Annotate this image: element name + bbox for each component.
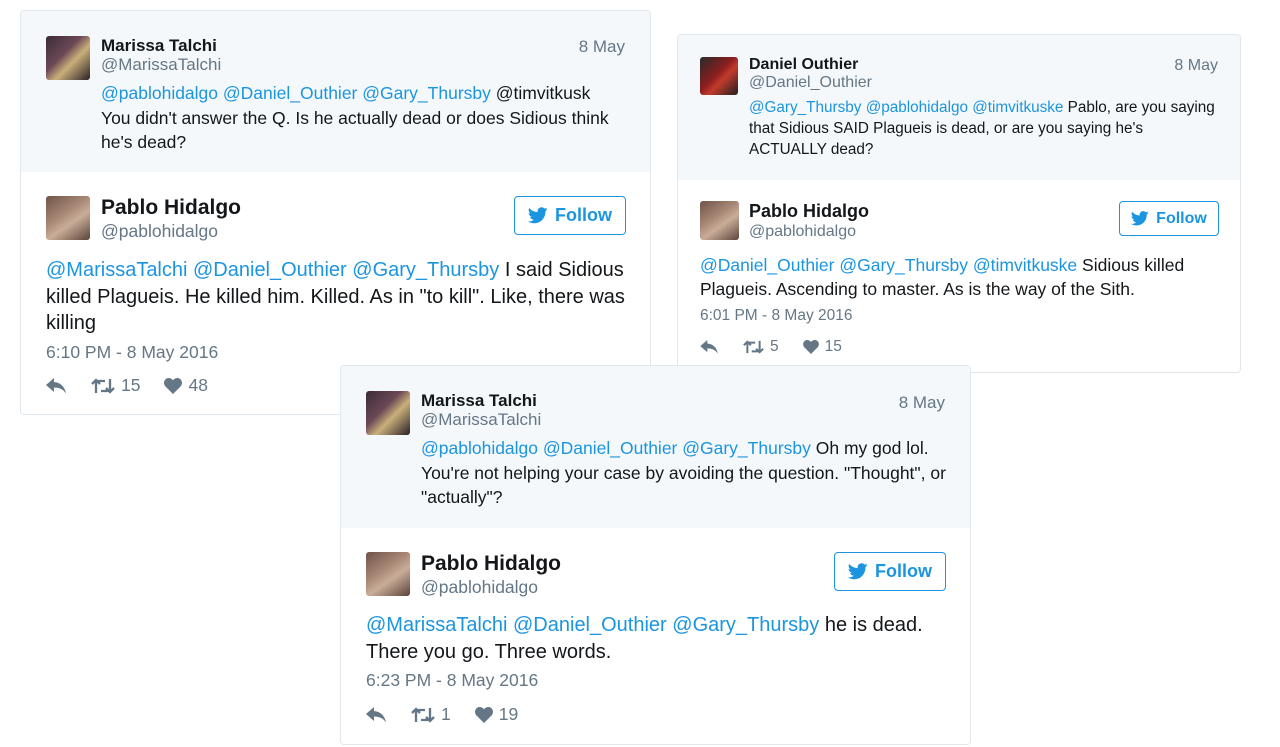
main-tweet: Pablo Hidalgo @pablohidalgo Follow @Dani…: [678, 180, 1240, 372]
author-handle[interactable]: @pablohidalgo: [101, 221, 218, 242]
avatar[interactable]: [366, 391, 410, 435]
retweet-count: 1: [441, 704, 451, 724]
reply-button[interactable]: [46, 377, 67, 394]
follow-label: Follow: [1156, 209, 1207, 227]
tweet-actions: 5 15: [700, 338, 866, 356]
tweet-actions: 1 19: [366, 704, 542, 725]
tweet-card-3: Marissa Talchi @MarissaTalchi 8 May @pab…: [340, 365, 971, 745]
follow-label: Follow: [875, 561, 932, 581]
tweet-text: @Gary_Thursby @pablohidalgo @timvitkuske…: [749, 98, 1219, 160]
tweet-card-2: Daniel Outhier @Daniel_Outhier 8 May @Ga…: [677, 34, 1241, 373]
author-handle[interactable]: @pablohidalgo: [421, 577, 538, 598]
like-button[interactable]: 48: [164, 375, 208, 396]
like-count: 15: [824, 338, 842, 355]
retweet-count: 5: [770, 338, 779, 355]
reply-icon: [700, 340, 718, 354]
retweet-button[interactable]: 5: [743, 338, 779, 356]
reply-icon: [46, 377, 66, 393]
tweet-timestamp[interactable]: 6:10 PM - 8 May 2016: [46, 342, 218, 363]
author-name[interactable]: Pablo Hidalgo: [421, 552, 561, 576]
avatar[interactable]: [700, 201, 739, 240]
author-handle[interactable]: @MarissaTalchi: [421, 410, 541, 430]
mentions[interactable]: @Daniel_Outhier @Gary_Thursby @timvitkus…: [700, 255, 1077, 275]
mentions[interactable]: @MarissaTalchi @Daniel_Outhier @Gary_Thu…: [366, 614, 819, 636]
avatar[interactable]: [46, 36, 90, 80]
author-name[interactable]: Pablo Hidalgo: [101, 196, 241, 220]
author-name[interactable]: Marissa Talchi: [421, 391, 537, 411]
twitter-bird-icon: [528, 207, 548, 224]
main-tweet: Pablo Hidalgo @pablohidalgo Follow @Mari…: [341, 528, 970, 744]
like-count: 19: [498, 704, 519, 724]
retweet-button[interactable]: 15: [91, 375, 140, 396]
tweet-text: @pablohidalgo @Daniel_Outhier @Gary_Thur…: [421, 436, 946, 510]
like-count: 48: [188, 375, 208, 395]
quoted-tweet[interactable]: Marissa Talchi @MarissaTalchi 8 May @pab…: [341, 366, 970, 528]
mentions[interactable]: @pablohidalgo @Daniel_Outhier @Gary_Thur…: [101, 83, 491, 103]
heart-icon: [802, 340, 819, 354]
follow-button[interactable]: Follow: [834, 552, 946, 591]
like-button[interactable]: 15: [802, 338, 842, 356]
mentions[interactable]: @MarissaTalchi @Daniel_Outhier @Gary_Thu…: [46, 259, 499, 281]
follow-button[interactable]: Follow: [514, 196, 626, 235]
tweet-text: @pablohidalgo @Daniel_Outhier @Gary_Thur…: [101, 81, 621, 155]
author-name[interactable]: Marissa Talchi: [101, 36, 217, 56]
avatar[interactable]: [366, 552, 410, 596]
retweet-icon: [91, 377, 115, 394]
avatar[interactable]: [46, 196, 90, 240]
author-name[interactable]: Daniel Outhier: [749, 56, 858, 74]
tweet-timestamp[interactable]: 6:23 PM - 8 May 2016: [366, 670, 538, 691]
author-name[interactable]: Pablo Hidalgo: [749, 201, 869, 222]
twitter-bird-icon: [1131, 211, 1149, 226]
tweet-actions: 15 48: [46, 375, 232, 396]
mentions[interactable]: @Gary_Thursby @pablohidalgo @timvitkuske: [749, 99, 1063, 116]
tweet-text: @MarissaTalchi @Daniel_Outhier @Gary_Thu…: [46, 257, 631, 337]
heart-icon: [164, 377, 183, 394]
reply-button[interactable]: [366, 706, 387, 723]
author-handle[interactable]: @Daniel_Outhier: [749, 74, 872, 92]
like-button[interactable]: 19: [474, 704, 519, 725]
tweet-date[interactable]: 8 May: [579, 37, 625, 57]
tweet-date[interactable]: 8 May: [1174, 57, 1218, 75]
tweet-card-1: Marissa Talchi @MarissaTalchi 8 May @pab…: [20, 10, 651, 415]
heart-icon: [474, 706, 493, 723]
mentions[interactable]: @pablohidalgo @Daniel_Outhier @Gary_Thur…: [421, 438, 811, 458]
tweet-text: @MarissaTalchi @Daniel_Outhier @Gary_Thu…: [366, 612, 951, 665]
retweet-icon: [743, 340, 764, 354]
retweet-button[interactable]: 1: [411, 704, 451, 725]
follow-label: Follow: [555, 205, 612, 225]
quoted-tweet[interactable]: Daniel Outhier @Daniel_Outhier 8 May @Ga…: [678, 35, 1240, 180]
tweet-timestamp[interactable]: 6:01 PM - 8 May 2016: [700, 307, 853, 325]
quoted-tweet[interactable]: Marissa Talchi @MarissaTalchi 8 May @pab…: [21, 11, 650, 172]
tweet-text: @Daniel_Outhier @Gary_Thursby @timvitkus…: [700, 254, 1220, 302]
avatar[interactable]: [700, 57, 738, 95]
follow-button[interactable]: Follow: [1119, 201, 1219, 236]
retweet-count: 15: [121, 375, 141, 395]
reply-button[interactable]: [700, 340, 719, 354]
author-handle[interactable]: @pablohidalgo: [749, 223, 856, 241]
retweet-icon: [411, 706, 435, 723]
twitter-bird-icon: [848, 563, 868, 580]
reply-icon: [366, 706, 386, 722]
tweet-date[interactable]: 8 May: [899, 393, 945, 413]
author-handle[interactable]: @MarissaTalchi: [101, 55, 221, 75]
